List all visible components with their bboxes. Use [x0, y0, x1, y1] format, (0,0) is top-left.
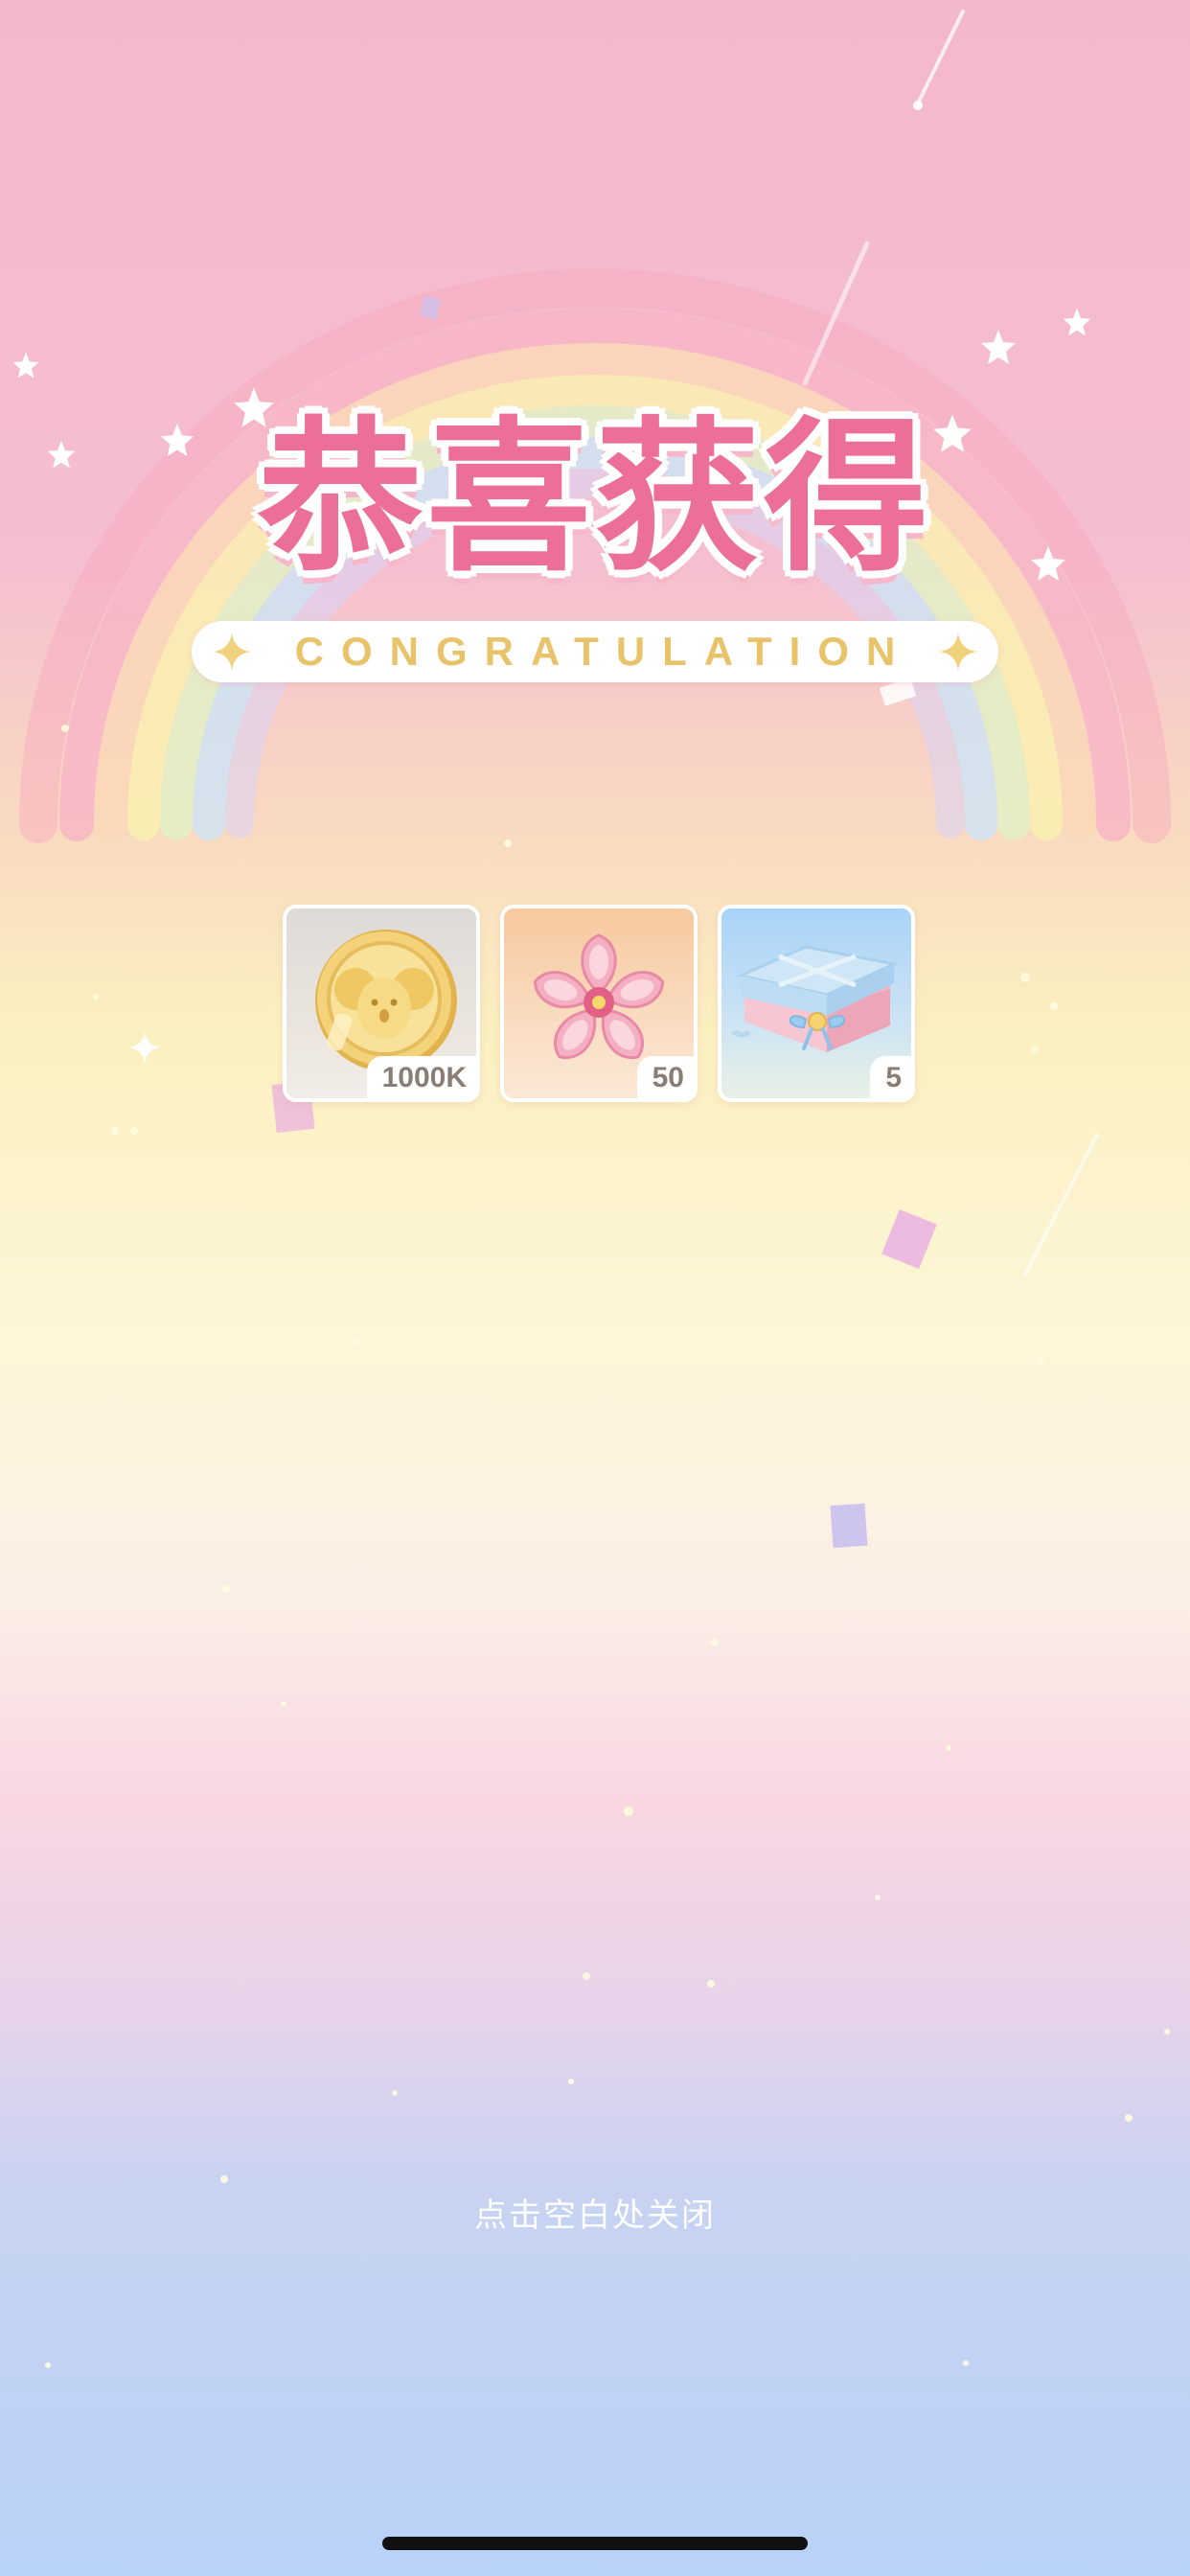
sparkle-icon: [939, 632, 977, 671]
confetti-decoration: [830, 1503, 868, 1549]
reward-item-sakura[interactable]: 50: [500, 905, 698, 1102]
reward-count: 5: [870, 1056, 911, 1098]
star-icon: [160, 423, 195, 457]
reward-item-gift-box[interactable]: 5: [718, 905, 915, 1102]
tap-to-close-hint[interactable]: 点击空白处关闭: [0, 2189, 1190, 2236]
star-icon: [47, 440, 76, 469]
subtitle-text: CONGRATULATION: [294, 629, 913, 674]
page-title: 恭喜获得: [258, 402, 932, 594]
shooting-star-decoration: [913, 10, 965, 110]
confetti-decoration: [420, 295, 441, 320]
star-icon: [1031, 546, 1065, 581]
title-banner: 恭喜获得: [212, 402, 978, 594]
star-icon: [12, 352, 39, 379]
star-icon: [1063, 308, 1091, 336]
shooting-star-decoration: [802, 241, 870, 386]
reward-count: 1000K: [366, 1056, 476, 1098]
reward-item-coin[interactable]: 1000K: [283, 905, 480, 1102]
reward-popup-overlay[interactable]: 恭喜获得 CONGRATULATION 1000K 50 5 点击空白处关闭: [0, 0, 1190, 2576]
star-icon: [981, 330, 1016, 364]
reward-count: 50: [636, 1056, 694, 1098]
subtitle-banner: CONGRATULATION: [192, 621, 998, 682]
home-indicator[interactable]: [382, 2537, 808, 2550]
